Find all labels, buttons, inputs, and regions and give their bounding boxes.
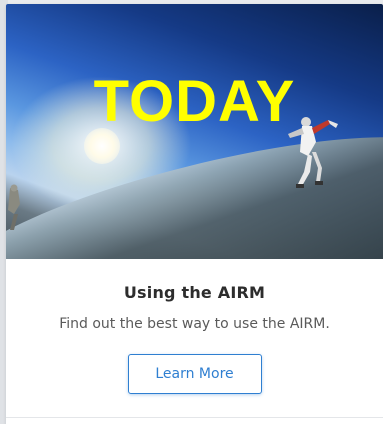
page: TODAY Using the AIRM Find out the best w… — [0, 0, 383, 424]
hero-overlay-title: TODAY — [93, 69, 296, 134]
info-card: TODAY Using the AIRM Find out the best w… — [6, 4, 383, 424]
learn-more-button[interactable]: Learn More — [127, 354, 262, 394]
divider — [6, 417, 383, 418]
card-body: Using the AIRM Find out the best way to … — [6, 259, 383, 394]
card-description: Find out the best way to use the AIRM. — [59, 316, 330, 332]
card-title: Using the AIRM — [123, 283, 266, 302]
second-skydiver-figure — [8, 184, 20, 230]
hero-image: TODAY — [6, 4, 383, 259]
